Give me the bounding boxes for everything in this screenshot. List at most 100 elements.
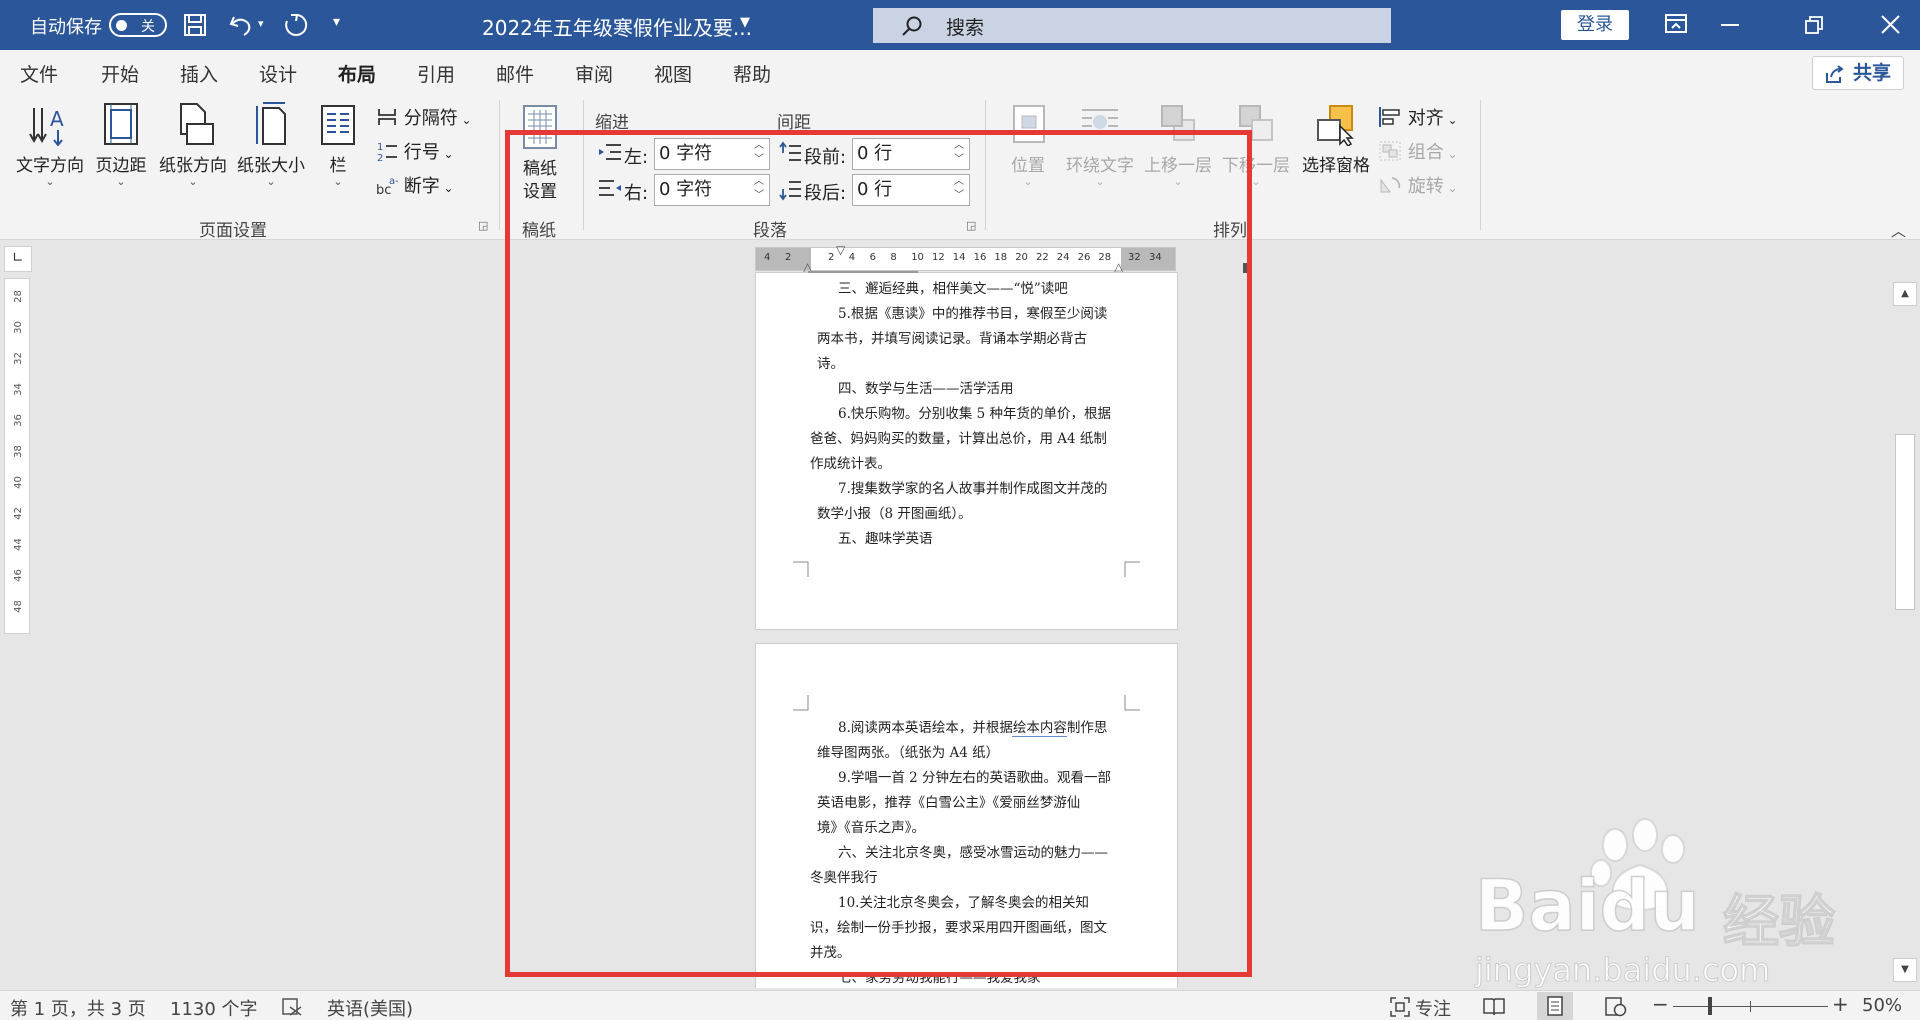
dialog-launcher-icon[interactable]: ◲ (478, 219, 488, 232)
word-count[interactable]: 1130 个字 (170, 995, 258, 1020)
align-button[interactable]: 对齐 ⌄ (1378, 104, 1458, 130)
size-button[interactable]: 纸张大小 ⌄ (233, 102, 309, 188)
breaks-label: 分隔符 (403, 108, 458, 129)
tab-design[interactable]: 设计 (259, 60, 297, 87)
tab-file[interactable]: 文件 (20, 60, 58, 87)
ribbon-display-options-icon[interactable] (1665, 14, 1687, 34)
highlight-box (505, 130, 1252, 977)
chevron-down-icon: ⌄ (116, 175, 126, 188)
tab-mailings[interactable]: 邮件 (496, 60, 534, 87)
zoom-level[interactable]: 50% (1862, 995, 1902, 1016)
vertical-ruler-tick: 46 (12, 569, 24, 582)
text-direction-icon: A (29, 107, 64, 147)
svg-text:2: 2 (377, 153, 383, 162)
search-placeholder: 搜索 (946, 17, 985, 39)
tab-insert[interactable]: 插入 (180, 60, 218, 87)
tab-selector[interactable]: ∟ (4, 246, 32, 272)
language[interactable]: 英语(美国) (327, 995, 413, 1020)
vertical-ruler-tick: 30 (12, 321, 24, 334)
watermark-brand-cn: 经验 (1722, 889, 1836, 956)
breaks-button[interactable]: 分隔符 ⌄ (376, 104, 472, 130)
web-layout-icon[interactable] (1605, 997, 1627, 1017)
rotate-label: 旋转 (1407, 176, 1444, 197)
baidu-watermark: Baidu 经验 jingyan.baidu.com (1474, 815, 1915, 990)
text-direction-button[interactable]: A 文字方向 ⌄ (12, 102, 88, 188)
page-count[interactable]: 第 1 页，共 3 页 (10, 995, 146, 1020)
tab-layout[interactable]: 布局 (338, 60, 377, 97)
chevron-down-icon: ⌄ (333, 175, 343, 188)
rotate-icon (1380, 177, 1401, 193)
columns-label: 栏 (329, 156, 347, 176)
minimize-icon[interactable] (1721, 24, 1739, 27)
vertical-ruler-tick: 48 (12, 600, 24, 613)
chevron-down-icon: ⌄ (45, 175, 55, 188)
tab-home[interactable]: 开始 (101, 60, 139, 87)
document-title: 2022年五年级寒假作业及要... (482, 16, 752, 40)
selection-pane-icon (1317, 105, 1354, 148)
customize-toolbar-icon[interactable]: ▾ (333, 14, 340, 30)
autosave-toggle[interactable]: 关 (109, 13, 167, 37)
svg-text:A: A (50, 107, 64, 131)
focus-label[interactable]: 专注 (1415, 995, 1451, 1020)
orientation-button[interactable]: 纸张方向 ⌄ (155, 102, 231, 188)
tab-references[interactable]: 引用 (417, 60, 455, 87)
vertical-ruler-tick: 44 (12, 538, 24, 551)
search-box[interactable]: 搜索 (873, 8, 1391, 43)
print-layout-active[interactable] (1537, 992, 1573, 1020)
line-numbers-label: 行号 (403, 142, 440, 163)
line-numbers-button[interactable]: 12 行号 ⌄ (376, 138, 454, 164)
autosave-state: 关 (141, 19, 155, 35)
hyphenation-icon: bca- (376, 176, 399, 198)
tab-view[interactable]: 视图 (654, 60, 692, 87)
vertical-ruler-tick: 34 (12, 383, 24, 396)
vertical-ruler-tick: 36 (12, 414, 24, 427)
group-button[interactable]: 组合 ⌄ (1378, 138, 1458, 164)
text-direction-label: 文字方向 (16, 156, 84, 176)
selection-pane-label: 选择窗格 (1302, 156, 1370, 176)
share-icon (1826, 65, 1844, 83)
share-label: 共享 (1853, 62, 1892, 84)
login-button[interactable]: 登录 (1561, 10, 1629, 40)
title-dropdown-icon[interactable]: ▼ (740, 15, 750, 30)
read-mode-icon[interactable] (1483, 997, 1505, 1016)
vertical-ruler-tick: 42 (12, 507, 24, 520)
scroll-thumb[interactable] (1895, 434, 1915, 610)
undo-icon[interactable] (228, 13, 254, 37)
zoom-out-button[interactable]: − (1652, 992, 1669, 1016)
vertical-ruler-tick: 40 (12, 476, 24, 489)
collapse-ribbon-icon[interactable]: ︿ (1891, 220, 1906, 241)
chevron-down-icon: ⌄ (188, 175, 198, 188)
columns-button[interactable]: 栏 ⌄ (318, 102, 358, 188)
margins-button[interactable]: 页边距 ⌄ (92, 102, 150, 188)
zoom-in-button[interactable]: + (1832, 992, 1849, 1016)
align-icon (1379, 107, 1400, 127)
rotate-button[interactable]: 旋转 ⌄ (1378, 172, 1458, 198)
scroll-up-icon[interactable]: ▲ (1893, 282, 1917, 306)
size-label: 纸张大小 (237, 156, 305, 176)
selection-pane-button[interactable]: 选择窗格 (1296, 102, 1376, 176)
close-icon[interactable] (1881, 15, 1900, 34)
save-icon[interactable] (183, 13, 207, 37)
chevron-down-icon: ⌄ (266, 175, 276, 188)
vertical-ruler-tick: 28 (12, 290, 24, 303)
zoom-slider-center-mark (1750, 1001, 1751, 1012)
tab-review[interactable]: 审阅 (575, 60, 613, 87)
restore-icon[interactable] (1805, 16, 1823, 34)
status-bar: 第 1 页，共 3 页 1130 个字 英语(美国) 专注 − + 50% (0, 990, 1920, 1020)
ribbon-tabs: 文件 开始 插入 设计 布局 引用 邮件 审阅 视图 帮助 (0, 50, 1920, 97)
share-button[interactable]: 共享 (1812, 56, 1904, 90)
undo-dropdown-icon[interactable]: ▾ (258, 17, 264, 30)
hyphenation-button[interactable]: bc a- 断字 ⌄ (376, 172, 454, 198)
watermark-brand: Baidu (1474, 864, 1700, 948)
redo-icon[interactable] (283, 12, 309, 38)
align-label: 对齐 (1407, 108, 1444, 129)
autosave-label: 自动保存 (30, 17, 102, 38)
print-layout-icon (1547, 996, 1563, 1016)
focus-icon[interactable] (1390, 997, 1410, 1017)
proofing-icon[interactable] (282, 998, 302, 1016)
tab-help[interactable]: 帮助 (733, 60, 771, 87)
group-icon (1379, 141, 1401, 161)
orientation-icon (180, 103, 214, 145)
zoom-slider-thumb[interactable] (1708, 997, 1712, 1015)
vertical-ruler: 28 30 32 34 36 38 40 42 44 46 48 (4, 278, 31, 634)
